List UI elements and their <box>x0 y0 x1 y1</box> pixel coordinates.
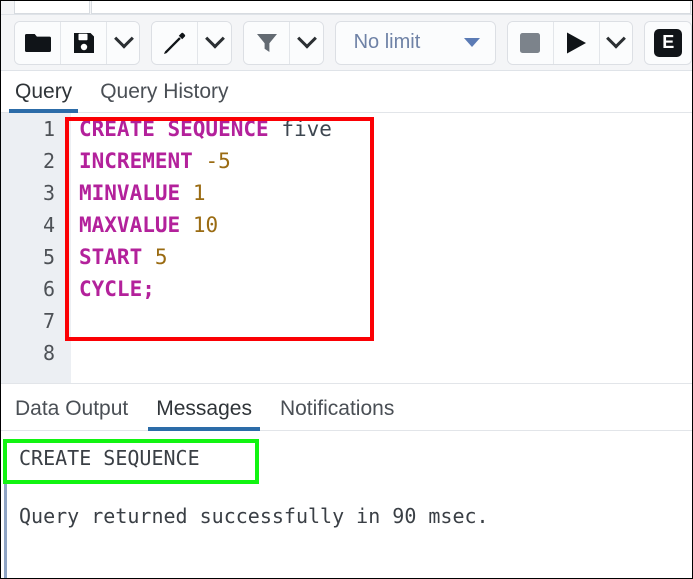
sql-line: CYCLE; <box>79 273 692 305</box>
row-limit-select[interactable]: No limit <box>336 22 496 64</box>
sql-token: INCREMENT <box>79 149 193 173</box>
line-number: 8 <box>1 337 71 369</box>
sql-line: CREATE SEQUENCE five <box>79 113 692 145</box>
filter-group <box>243 21 324 65</box>
row-limit-value: No limit <box>354 31 421 54</box>
filter-icon <box>255 31 279 55</box>
sql-token: 10 <box>193 213 218 237</box>
sql-line: MINVALUE 1 <box>79 177 692 209</box>
save-options-button[interactable] <box>107 22 140 64</box>
outer-tab-strip <box>1 1 692 15</box>
pencil-icon <box>162 30 188 56</box>
chevron-down-icon <box>114 28 134 48</box>
sql-token: MINVALUE <box>79 181 180 205</box>
tab-data-output-label: Data Output <box>15 397 128 420</box>
file-group <box>14 21 140 65</box>
sql-token <box>180 213 193 237</box>
chevron-down-icon <box>205 28 225 48</box>
save-icon <box>72 31 96 55</box>
open-file-button[interactable] <box>15 22 61 64</box>
explain-e-icon: E <box>654 29 682 57</box>
pgadmin-query-tool: No limit <box>0 0 693 579</box>
tab-data-output[interactable]: Data Output <box>1 397 142 430</box>
play-icon <box>565 31 587 55</box>
line-number-gutter: 1 2 3 4 5 6 7 8 <box>1 113 71 383</box>
row-limit-group: No limit <box>335 21 496 65</box>
query-toolbar: No limit <box>1 15 692 71</box>
sql-token: CYCLE <box>79 277 142 301</box>
execute-query-button[interactable] <box>554 22 600 64</box>
triangle-down-icon <box>464 38 480 47</box>
sql-line: INCREMENT -5 <box>79 145 692 177</box>
line-number: 5 <box>1 241 71 273</box>
sql-token: MAXVALUE <box>79 213 180 237</box>
save-file-button[interactable] <box>61 22 107 64</box>
sql-token <box>193 149 206 173</box>
edit-options-button[interactable] <box>198 22 231 64</box>
output-tab-strip: Data Output Messages Notifications <box>1 384 692 431</box>
tab-notifications[interactable]: Notifications <box>266 397 408 430</box>
message-status: Query returned successfully in 90 msec. <box>19 501 692 531</box>
execute-group <box>507 21 633 65</box>
chevron-down-icon <box>606 28 626 48</box>
stop-query-button[interactable] <box>508 22 554 64</box>
sql-token: five <box>281 117 332 141</box>
stop-square-icon <box>519 32 541 54</box>
sql-token <box>269 117 282 141</box>
sql-token: -5 <box>205 149 230 173</box>
output-panel: Data Output Messages Notifications CREAT… <box>1 384 692 578</box>
tab-query-history[interactable]: Query History <box>86 80 242 112</box>
chevron-down-icon <box>297 28 317 48</box>
tab-query-history-label: Query History <box>100 80 228 103</box>
sql-line <box>79 337 692 369</box>
sql-token: START <box>79 245 142 269</box>
edit-button[interactable] <box>152 22 198 64</box>
sql-token: ; <box>142 277 155 301</box>
sql-line: MAXVALUE 10 <box>79 209 692 241</box>
line-number: 3 <box>1 177 71 209</box>
sql-line <box>79 305 692 337</box>
line-number: 4 <box>1 209 71 241</box>
tab-messages-label: Messages <box>156 397 252 420</box>
sql-code-area[interactable]: CREATE SEQUENCE fiveINCREMENT -5MINVALUE… <box>71 113 692 383</box>
line-number: 2 <box>1 145 71 177</box>
sql-editor[interactable]: 1 2 3 4 5 6 7 8 CREATE SEQUENCE fiveINCR… <box>1 113 692 384</box>
folder-icon <box>24 32 52 54</box>
message-result: CREATE SEQUENCE <box>19 443 692 473</box>
outer-tab-2[interactable] <box>91 0 691 14</box>
tab-notifications-label: Notifications <box>280 397 394 420</box>
tab-messages[interactable]: Messages <box>142 397 266 430</box>
sql-token: 1 <box>193 181 206 205</box>
tab-query-label: Query <box>15 80 72 103</box>
line-number: 1 <box>1 113 71 145</box>
messages-left-rail <box>4 465 7 579</box>
line-number: 7 <box>1 305 71 337</box>
sql-token: 5 <box>155 245 168 269</box>
edit-group <box>151 21 232 65</box>
query-tab-strip: Query Query History <box>1 71 692 113</box>
line-number: 6 <box>1 273 71 305</box>
sql-token <box>142 245 155 269</box>
sql-token: CREATE SEQUENCE <box>79 117 269 141</box>
explain-button[interactable]: E <box>645 22 691 64</box>
filter-button[interactable] <box>244 22 290 64</box>
outer-tab-1[interactable] <box>14 0 90 14</box>
tab-query[interactable]: Query <box>1 80 86 112</box>
execute-options-button[interactable] <box>600 22 633 64</box>
filter-options-button[interactable] <box>290 22 323 64</box>
messages-content: CREATE SEQUENCE Query returned successfu… <box>1 443 692 579</box>
sql-token <box>180 181 193 205</box>
explain-group: E <box>644 21 692 65</box>
sql-line: START 5 <box>79 241 692 273</box>
